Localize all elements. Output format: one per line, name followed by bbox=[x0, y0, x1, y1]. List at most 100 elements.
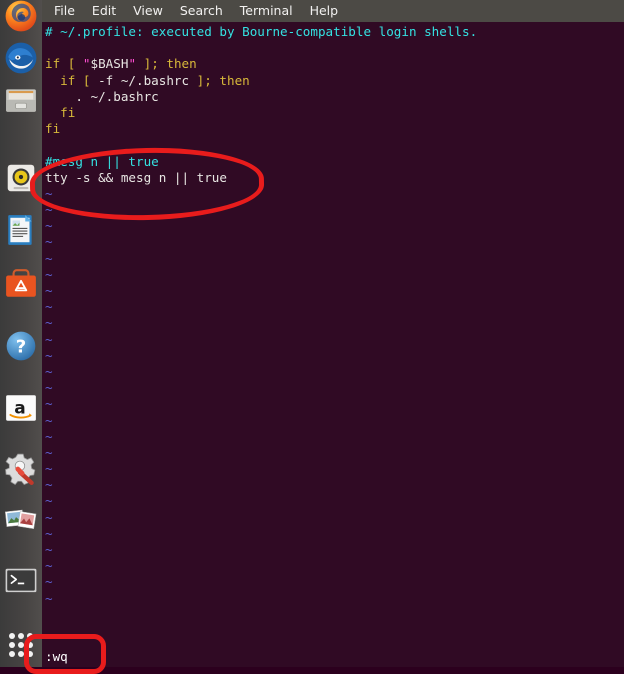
vim-empty-line-tilde: ~ bbox=[45, 510, 624, 526]
system-settings-icon bbox=[5, 453, 36, 485]
amazon-icon: a bbox=[6, 395, 36, 421]
code-segment: ]; then bbox=[189, 72, 250, 88]
vim-empty-line-tilde: ~ bbox=[45, 315, 624, 331]
tilde-glyph: ~ bbox=[45, 525, 53, 541]
menu-edit[interactable]: Edit bbox=[92, 0, 116, 22]
vim-statusline: :wq bbox=[45, 649, 68, 664]
dot bbox=[8, 641, 15, 648]
dot bbox=[17, 650, 24, 657]
tilde-glyph: ~ bbox=[45, 444, 53, 460]
tilde-glyph: ~ bbox=[45, 266, 53, 282]
launcher-item-amazon[interactable]: a bbox=[3, 390, 39, 426]
code-line: tty -s && mesg n || true bbox=[45, 170, 624, 186]
vim-empty-line-tilde: ~ bbox=[45, 380, 624, 396]
vim-empty-line-tilde: ~ bbox=[45, 413, 624, 429]
vim-empty-line-tilde: ~ bbox=[45, 591, 624, 607]
files-icon bbox=[6, 89, 36, 112]
code-segment: fi bbox=[45, 104, 76, 120]
code-line: fi bbox=[45, 121, 624, 137]
dot bbox=[27, 650, 34, 657]
tilde-glyph: ~ bbox=[45, 250, 53, 266]
help-icon: ? bbox=[6, 331, 36, 361]
menu-search[interactable]: Search bbox=[180, 0, 223, 22]
tilde-glyph: ~ bbox=[45, 542, 53, 557]
code-segment: # ~/.profile: executed by Bourne-compati… bbox=[45, 24, 478, 39]
vim-empty-line-tilde: ~ bbox=[45, 526, 624, 542]
tilde-glyph: ~ bbox=[45, 347, 53, 363]
tilde-glyph: ~ bbox=[45, 493, 53, 509]
thunderbird-icon bbox=[5, 42, 37, 74]
launcher-item-thunderbird[interactable] bbox=[3, 40, 39, 76]
vim-buffer: # ~/.profile: executed by Bourne-compati… bbox=[42, 22, 624, 607]
menu-view[interactable]: View bbox=[133, 0, 163, 22]
launcher-item-shotwell[interactable] bbox=[3, 502, 39, 538]
ubuntu-software-icon bbox=[6, 269, 36, 297]
tilde-glyph: ~ bbox=[45, 590, 53, 606]
launcher-item-rhythmbox[interactable] bbox=[3, 160, 39, 196]
launcher-item-help[interactable]: ? bbox=[3, 328, 39, 364]
vim-empty-line-tilde: ~ bbox=[45, 542, 624, 558]
code-line: . ~/.bashrc bbox=[45, 89, 624, 105]
code-line: fi bbox=[45, 105, 624, 121]
vim-empty-line-tilde: ~ bbox=[45, 234, 624, 250]
dot bbox=[27, 633, 34, 640]
vim-empty-line-tilde: ~ bbox=[45, 396, 624, 412]
tilde-glyph: ~ bbox=[45, 299, 53, 315]
vim-empty-line-tilde: ~ bbox=[45, 477, 624, 493]
show-applications-button[interactable] bbox=[2, 629, 40, 661]
rhythmbox-icon bbox=[7, 164, 35, 192]
vim-empty-line-tilde: ~ bbox=[45, 332, 624, 348]
tilde-glyph: ~ bbox=[45, 558, 53, 574]
dot bbox=[8, 650, 15, 657]
tilde-glyph: ~ bbox=[45, 428, 53, 444]
vim-empty-line-tilde: ~ bbox=[45, 461, 624, 477]
dot bbox=[17, 633, 24, 640]
tilde-glyph: ~ bbox=[45, 202, 53, 218]
vim-empty-line-tilde: ~ bbox=[45, 574, 624, 590]
tilde-glyph: ~ bbox=[45, 509, 53, 525]
code-segment: -f ~/.bashrc bbox=[98, 72, 190, 88]
menu-file[interactable]: File bbox=[54, 0, 75, 22]
dot bbox=[27, 641, 34, 648]
tilde-glyph: ~ bbox=[45, 461, 53, 477]
tilde-glyph: ~ bbox=[45, 283, 53, 298]
launcher-item-terminal[interactable] bbox=[3, 563, 39, 599]
code-line: # ~/.profile: executed by Bourne-compati… bbox=[45, 24, 624, 40]
tilde-glyph: ~ bbox=[45, 396, 53, 412]
launcher-item-ubuntu-software[interactable] bbox=[3, 266, 39, 302]
terminal-window[interactable]: # ~/.profile: executed by Bourne-compati… bbox=[42, 22, 624, 667]
tilde-glyph: ~ bbox=[45, 574, 53, 590]
vim-empty-line-tilde: ~ bbox=[45, 558, 624, 574]
menu-help[interactable]: Help bbox=[310, 0, 339, 22]
code-segment: ]; then bbox=[136, 56, 197, 72]
dot bbox=[17, 641, 24, 648]
launcher-item-libreoffice-writer[interactable] bbox=[3, 212, 39, 248]
launcher-item-system-settings[interactable] bbox=[3, 450, 39, 486]
code-segment: fi bbox=[45, 121, 61, 137]
tilde-glyph: ~ bbox=[45, 477, 53, 493]
screen: ? a File Edit View Search Terminal Help … bbox=[0, 0, 624, 674]
vim-empty-line-tilde: ~ bbox=[45, 493, 624, 509]
vim-empty-line-tilde: ~ bbox=[45, 251, 624, 267]
tilde-glyph: ~ bbox=[45, 380, 53, 396]
code-segment: tty -s && mesg n || true bbox=[45, 169, 227, 185]
vim-empty-line-tilde: ~ bbox=[45, 186, 624, 202]
svg-text:?: ? bbox=[16, 336, 26, 357]
dot bbox=[8, 633, 15, 640]
code-line: #mesg n || true bbox=[45, 154, 624, 170]
launcher-item-files[interactable] bbox=[3, 82, 39, 118]
code-segment: if [ bbox=[45, 72, 99, 88]
launcher-item-firefox[interactable] bbox=[3, 0, 39, 34]
menu-terminal[interactable]: Terminal bbox=[240, 0, 293, 22]
vim-empty-line-tilde: ~ bbox=[45, 299, 624, 315]
vim-empty-line-tilde: ~ bbox=[45, 348, 624, 364]
code-segment: if [ bbox=[45, 56, 83, 72]
tilde-glyph: ~ bbox=[45, 331, 53, 347]
vim-empty-line-tilde: ~ bbox=[45, 445, 624, 461]
libreoffice-writer-icon bbox=[8, 215, 32, 245]
vim-empty-line-tilde: ~ bbox=[45, 429, 624, 445]
code-line: if [ -f ~/.bashrc ]; then bbox=[45, 73, 624, 89]
tilde-glyph: ~ bbox=[45, 218, 53, 234]
